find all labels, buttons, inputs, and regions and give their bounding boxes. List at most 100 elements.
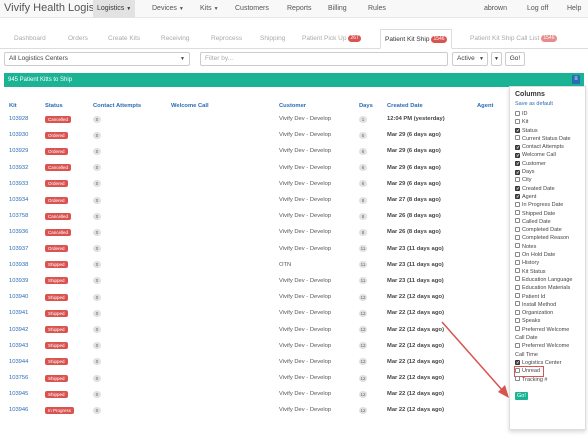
checkbox[interactable] [515,268,520,274]
checkbox[interactable] [515,342,520,348]
checkbox[interactable]: ✓ [515,152,520,158]
save-as-default-link[interactable]: Save as default [515,101,580,107]
column-option-agent[interactable]: ✓ Agent [515,193,580,201]
column-option-organization[interactable]: Organization [515,309,580,317]
checkbox[interactable] [515,210,520,216]
column-option-called-date[interactable]: Called Date [515,218,580,226]
kit-link[interactable]: 103944 [9,359,28,365]
table-row[interactable]: 103937 Ordered 0 Vivify Dev - Develop 11 Mar … [9,241,507,257]
checkbox[interactable] [515,284,520,290]
column-option-created-date[interactable]: ✓ Created Date [515,185,580,193]
column-option-notes[interactable]: Notes [515,243,580,251]
tab-orders[interactable]: Orders [68,29,88,49]
nav-devices[interactable]: Devices ▼ [148,0,188,18]
kit-link[interactable]: 103946 [9,407,28,413]
kit-link[interactable]: 103939 [9,278,28,284]
column-option-history[interactable]: History [515,259,580,267]
status-select[interactable]: Active ▼ [452,52,488,66]
logistics-center-select[interactable]: All Logistics Centers ▼ [4,52,190,66]
tab-dashboard[interactable]: Dashboard [14,29,46,49]
checkbox[interactable]: ✓ [515,194,520,200]
kit-link[interactable]: 103932 [9,165,28,171]
column-option-completed-date[interactable]: Completed Date [515,226,580,234]
columns-menu-button[interactable]: ≡ [572,75,580,84]
nav-reports[interactable]: Reports [283,0,316,18]
checkbox[interactable] [515,226,520,232]
col-header-customer[interactable]: Customer [279,100,359,111]
columns-go-button[interactable]: Go! [515,391,528,400]
tab-create-kits[interactable]: Create Kits [108,29,140,49]
checkbox[interactable] [515,301,520,307]
col-header-status[interactable]: Status [45,100,93,111]
nav-logistics[interactable]: Logistics ▼ [93,0,136,18]
table-row[interactable]: 103938 Shipped 0 OTN 11 Mar 23 (11 days ago) [9,257,507,273]
column-option-contact-attempts[interactable]: ✓ Contact Attempts [515,143,580,151]
checkbox[interactable]: ✓ [515,144,520,150]
column-option-on-hold-date[interactable]: On Hold Date [515,251,580,259]
checkbox[interactable] [515,309,520,315]
kit-link[interactable]: 103928 [9,116,28,122]
column-option-shipped-date[interactable]: Shipped Date [515,210,580,218]
column-option-patient-id[interactable]: Patient Id [515,293,580,301]
kit-link[interactable]: 103930 [9,132,28,138]
checkbox[interactable] [515,234,520,240]
go-button[interactable]: Go! [505,52,525,66]
kit-link[interactable]: 103945 [9,391,28,397]
kit-link[interactable]: 103937 [9,246,28,252]
checkbox[interactable] [515,135,520,141]
table-row[interactable]: 103756 Shipped 0 Vivify Dev - Develop 12 Mar … [9,370,507,386]
col-header-agent[interactable]: Agent [477,100,507,111]
column-option-install-method[interactable]: Install Method [515,301,580,309]
checkbox[interactable] [515,367,520,373]
help-link[interactable]: Help [563,0,585,18]
table-row[interactable]: 103939 Shipped 0 Vivify Dev - Develop 11 Mar … [9,273,507,289]
table-row[interactable]: 103932 Cancelled 0 Vivify Dev - Develop 6 Mar… [9,160,507,176]
checkbox[interactable]: ✓ [515,161,520,167]
tab-patient-pick-up[interactable]: Patient Pick Up 267 [302,29,361,49]
checkbox[interactable] [515,317,520,323]
column-option-preferred-welcome-call-time[interactable]: Preferred Welcome Call Time [515,342,580,359]
column-option-id[interactable]: ID [515,110,580,118]
tab-receiving[interactable]: Receiving [161,29,190,49]
table-row[interactable]: 103943 Shipped 0 Vivify Dev - Develop 12 Mar … [9,338,507,354]
col-header-days[interactable]: Days [359,100,387,111]
column-option-days[interactable]: ✓ Days [515,168,580,176]
table-row[interactable]: 103933 Ordered 0 Vivify Dev - Develop 6 Mar 2… [9,176,507,192]
tab-shipping[interactable]: Shipping [260,29,285,49]
sort-dropdown-button[interactable]: ▼ [491,52,502,66]
column-option-logistics-center[interactable]: ✓ Logistics Center [515,359,580,367]
column-option-unread[interactable]: Unread [513,366,580,377]
col-header-contact-attempts[interactable]: Contact Attempts [93,100,171,111]
table-row[interactable]: 103930 Ordered 0 Vivify Dev - Develop 5 Mar 2… [9,127,507,143]
tab-patient-kit-ship-call-list[interactable]: Patient Kit Ship Call List 1546 [470,29,557,49]
nav-rules[interactable]: Rules [364,0,390,18]
table-row[interactable]: 103929 Ordered 0 Vivify Dev - Develop 6 Mar 2… [9,143,507,159]
checkbox[interactable] [515,276,520,282]
table-row[interactable]: 103941 Shipped 0 Vivify Dev - Develop 12 Mar … [9,305,507,321]
column-option-city[interactable]: City [515,176,580,184]
column-option-education-language[interactable]: Education Language [515,276,580,284]
column-option-speaks[interactable]: Speaks [515,317,580,325]
table-row[interactable]: 103758 Cancelled 0 Vivify Dev - Develop 8 Mar… [9,208,507,224]
table-row[interactable]: 103934 Ordered 0 Vivify Dev - Develop 8 Mar 2… [9,192,507,208]
column-option-completed-reason[interactable]: Completed Reason [515,234,580,242]
column-option-status[interactable]: ✓ Status [515,127,580,135]
table-row[interactable]: 103940 Shipped 0 Vivify Dev - Develop 12 Mar … [9,289,507,305]
column-option-kit[interactable]: Kit [515,118,580,126]
kit-link[interactable]: 103938 [9,262,28,268]
checkbox[interactable] [515,201,520,207]
filter-input[interactable]: Filter by... [200,52,448,66]
kit-link[interactable]: 103933 [9,181,28,187]
checkbox[interactable] [515,110,520,116]
col-header-kit[interactable]: Kit [9,100,45,111]
nav-kits[interactable]: Kits ▼ [196,0,223,18]
nav-billing[interactable]: Billing [324,0,351,18]
table-row[interactable]: 103946 In Progress 0 Vivify Dev - Develop 12… [9,402,507,418]
checkbox[interactable]: ✓ [515,360,520,366]
checkbox[interactable] [515,118,520,124]
tab-reprocess[interactable]: Reprocess [211,29,242,49]
checkbox[interactable] [515,218,520,224]
tab-patient-kit-ship[interactable]: Patient Kit Ship 1546 [380,29,452,49]
checkbox[interactable] [515,326,520,332]
checkbox[interactable] [515,259,520,265]
